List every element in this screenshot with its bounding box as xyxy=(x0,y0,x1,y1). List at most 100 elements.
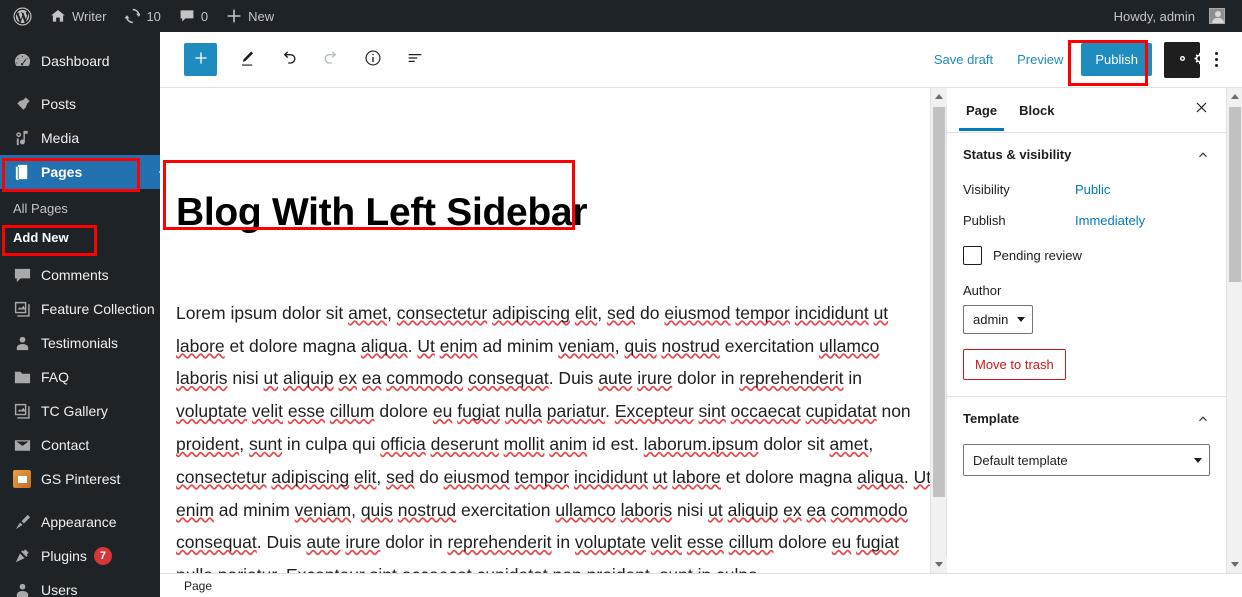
wordpress-logo-menu[interactable] xyxy=(4,0,41,32)
publish-row: Publish Immediately xyxy=(963,213,1210,228)
add-block-button[interactable] xyxy=(184,43,217,76)
canvas-scrollbar[interactable] xyxy=(930,88,947,573)
chevron-up-icon[interactable] xyxy=(1196,412,1210,426)
redo-button[interactable] xyxy=(313,42,349,78)
chevron-up-icon[interactable] xyxy=(1196,148,1210,162)
admin-bar: Writer 10 0 New Howdy, admin xyxy=(0,0,1242,32)
comment-bubble-icon xyxy=(179,8,195,24)
sidebar-item-label: Plugins xyxy=(41,548,87,564)
sidebar-item-feature-collection[interactable]: Feature Collection xyxy=(0,292,160,326)
plug-icon xyxy=(12,546,32,566)
sidebar-item-posts[interactable]: Posts xyxy=(0,87,160,121)
sidebar-item-label: TC Gallery xyxy=(41,403,108,419)
settings-panel-tabs: Page Block xyxy=(947,88,1226,133)
visibility-label: Visibility xyxy=(963,182,1010,197)
sidebar-item-label: Contact xyxy=(41,437,90,453)
sidebar-item-media[interactable]: Media xyxy=(0,121,160,155)
sidebar-submenu-add-new[interactable]: Add New xyxy=(0,222,160,252)
tab-page[interactable]: Page xyxy=(955,90,1008,131)
sidebar-item-users[interactable]: Users xyxy=(0,573,160,597)
users-icon xyxy=(12,580,32,597)
comments-count: 0 xyxy=(200,8,209,24)
site-name-menu[interactable]: Writer xyxy=(41,0,115,32)
publish-button[interactable]: Publish xyxy=(1081,43,1152,76)
sidebar-item-label: Appearance xyxy=(41,514,117,530)
list-view-button[interactable] xyxy=(397,42,433,78)
sidebar-item-contact[interactable]: Contact xyxy=(0,428,160,462)
comment-bubble-icon xyxy=(12,265,32,285)
breadcrumb-item-page[interactable]: Page xyxy=(184,579,212,593)
sidebar-submenu-all-pages[interactable]: All Pages xyxy=(0,195,160,222)
author-label: Author xyxy=(963,283,1002,298)
settings-sidebar-panel: Page Block Status & visibility Visibilit… xyxy=(946,88,1226,573)
sidebar-item-label: Posts xyxy=(41,96,77,112)
updates-menu[interactable]: 10 xyxy=(115,0,169,32)
post-title-block[interactable]: Blog With Left Sidebar xyxy=(176,191,920,235)
author-select[interactable]: admin xyxy=(963,305,1034,334)
pending-review-checkbox[interactable] xyxy=(963,246,982,265)
chevron-down-icon xyxy=(1017,317,1026,322)
save-draft-button[interactable]: Save draft xyxy=(922,46,1005,73)
sidebar-item-label: Media xyxy=(41,130,80,146)
admin-bar-right-group: Howdy, admin xyxy=(1105,0,1242,32)
close-settings-button[interactable] xyxy=(1184,93,1218,127)
gallery-icon xyxy=(12,299,32,319)
template-select-value: Default template xyxy=(973,452,1068,468)
editor-canvas[interactable]: Blog With Left Sidebar Lorem ipsum dolor… xyxy=(160,88,932,573)
settings-button[interactable] xyxy=(1164,41,1205,78)
details-button[interactable] xyxy=(355,42,391,78)
scroll-up-arrow-icon[interactable] xyxy=(1227,88,1242,105)
publish-date-value-button[interactable]: Immediately xyxy=(1075,213,1145,228)
visibility-value-button[interactable]: Public xyxy=(1075,182,1110,197)
paragraph-block[interactable]: Lorem ipsum dolor sit amet, consectetur … xyxy=(176,297,932,573)
my-account-menu[interactable]: Howdy, admin xyxy=(1105,0,1234,32)
updates-count: 10 xyxy=(146,8,161,24)
settings-panel-scrollbar[interactable] xyxy=(1226,88,1242,573)
new-content-menu[interactable]: New xyxy=(217,0,283,32)
scroll-down-arrow-icon[interactable] xyxy=(931,556,947,573)
sidebar-item-label: Comments xyxy=(41,267,109,283)
comments-menu[interactable]: 0 xyxy=(170,0,217,32)
status-visibility-header[interactable]: Status & visibility xyxy=(963,147,1210,166)
tools-button[interactable] xyxy=(229,42,265,78)
gear-icon xyxy=(1174,50,1205,70)
sidebar-item-tc-gallery[interactable]: TC Gallery xyxy=(0,394,160,428)
undo-arrow-icon xyxy=(279,48,299,71)
avatar xyxy=(1209,8,1225,24)
close-x-icon xyxy=(1194,100,1209,120)
visibility-row: Visibility Public xyxy=(963,182,1210,197)
sidebar-item-appearance[interactable]: Appearance xyxy=(0,505,160,539)
move-to-trash-button[interactable]: Move to trash xyxy=(963,349,1066,380)
sidebar-item-faq[interactable]: FAQ xyxy=(0,360,160,394)
gallery-icon xyxy=(12,401,32,421)
template-header[interactable]: Template xyxy=(963,411,1210,430)
canvas-scrollbar-thumb[interactable] xyxy=(933,107,945,497)
menu-separator xyxy=(0,496,160,505)
preview-button[interactable]: Preview xyxy=(1005,46,1075,73)
sidebar-item-gs-pinterest[interactable]: GS Pinterest xyxy=(0,462,160,496)
sidebar-item-label: Dashboard xyxy=(41,53,110,69)
template-select[interactable]: Default template xyxy=(963,444,1210,476)
pending-review-row[interactable]: Pending review xyxy=(963,246,1210,265)
wordpress-logo-icon xyxy=(13,6,32,26)
brush-icon xyxy=(12,512,32,532)
pinterest-icon xyxy=(12,469,32,489)
editor-toolbar-right: Save draft Preview Publish xyxy=(922,41,1242,78)
sidebar-item-pages[interactable]: Pages xyxy=(0,155,160,189)
sidebar-item-label: Users xyxy=(41,582,78,597)
sidebar-item-dashboard[interactable]: Dashboard xyxy=(0,44,160,78)
sidebar-item-testimonials[interactable]: Testimonials xyxy=(0,326,160,360)
sidebar-item-comments[interactable]: Comments xyxy=(0,258,160,292)
settings-panel-scrollbar-thumb[interactable] xyxy=(1229,107,1241,282)
tab-block[interactable]: Block xyxy=(1008,90,1065,130)
scroll-up-arrow-icon[interactable] xyxy=(931,88,947,105)
chevron-down-icon xyxy=(1194,458,1202,463)
scroll-down-arrow-icon[interactable] xyxy=(1227,556,1242,573)
media-icon xyxy=(12,128,32,148)
undo-button[interactable] xyxy=(271,42,307,78)
sidebar-item-plugins[interactable]: Plugins 7 xyxy=(0,539,160,573)
info-circle-icon xyxy=(363,48,383,71)
status-visibility-title: Status & visibility xyxy=(963,147,1072,162)
plugins-update-badge: 7 xyxy=(93,547,112,565)
pages-icon xyxy=(12,162,32,182)
